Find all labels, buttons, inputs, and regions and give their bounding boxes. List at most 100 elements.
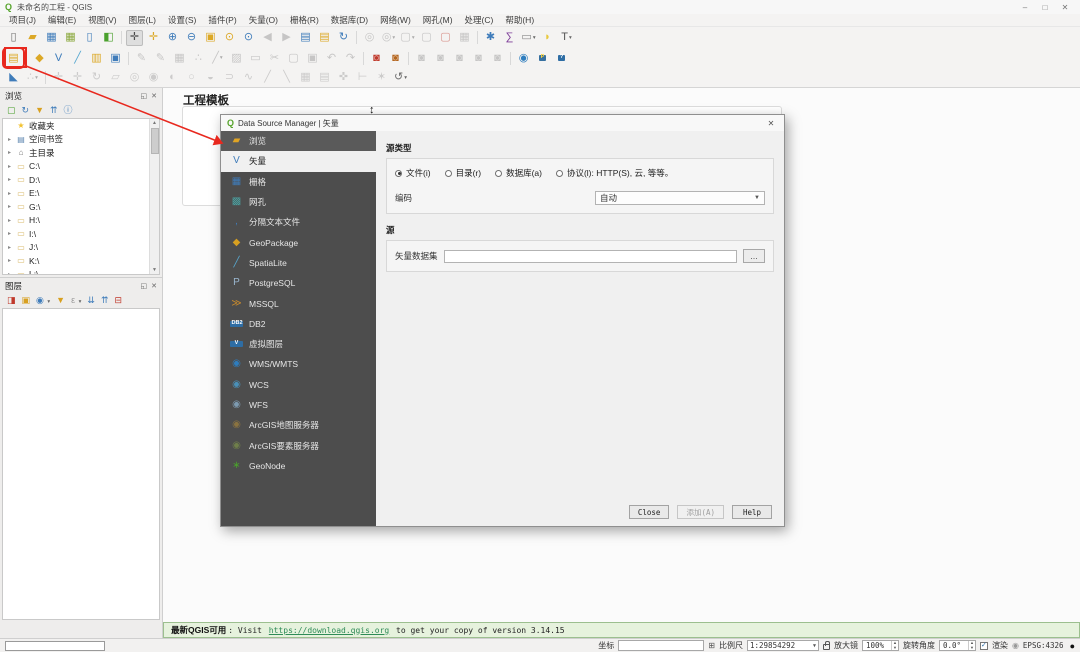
offset-curve-button[interactable]: ⊃: [221, 70, 238, 86]
highlight-pinned-labels-button[interactable]: ◙: [413, 50, 430, 66]
refresh-map-button[interactable]: ↻: [335, 30, 352, 46]
measure-button[interactable]: ▭ ▾: [520, 30, 537, 46]
split-features-button[interactable]: ╲: [278, 70, 295, 86]
dialog-close-button[interactable]: ✕: [764, 119, 778, 128]
render-checkbox[interactable]: ✓: [979, 641, 988, 650]
messages-log-icon[interactable]: ●: [1070, 641, 1075, 651]
browser-tree-item[interactable]: ▸ ▭ K:\: [3, 254, 148, 268]
processing-toolbox-button[interactable]: ✱: [482, 30, 499, 46]
menu-item[interactable]: 矢量(O): [243, 14, 284, 26]
scroll-up-icon[interactable]: ▲: [152, 119, 157, 127]
browser-tree-item[interactable]: ▸ ▭ J:\: [3, 241, 148, 255]
browser-tree-item[interactable]: ▸ ▭ I:\: [3, 227, 148, 241]
dialog-title-bar[interactable]: Q Data Source Manager | 矢量 ✕: [221, 115, 784, 131]
dialog-tab-geopackage[interactable]: ◆ GeoPackage: [221, 232, 376, 252]
crs-status[interactable]: EPSG:4326: [1023, 641, 1064, 650]
show-spatial-bookmarks-button[interactable]: ▤: [316, 30, 333, 46]
dialog-tab-delimited-text[interactable]: , 分隔文本文件: [221, 212, 376, 232]
new-geopackage-layer-button[interactable]: ◆: [31, 50, 48, 66]
expand-arrow-icon[interactable]: ▸: [6, 163, 13, 170]
reverse-line-button[interactable]: ↺ ▾: [392, 70, 409, 86]
expand-arrow-icon[interactable]: ▸: [6, 203, 13, 210]
close-button[interactable]: Close: [628, 505, 670, 519]
text-annotation-button[interactable]: T ▾: [558, 30, 575, 46]
statistical-summary-button[interactable]: ∑: [501, 30, 518, 46]
style-manager-button[interactable]: ◧: [100, 30, 117, 46]
add-group-button[interactable]: ▣: [22, 295, 31, 305]
zoom-to-layer-button[interactable]: ⊙: [240, 30, 257, 46]
browser-tree-item[interactable]: ▸ ▤ 空间书签: [3, 133, 148, 147]
panel-float-icon[interactable]: ◱: [141, 282, 148, 290]
reshape-features-button[interactable]: ∿: [240, 70, 257, 86]
new-spatialite-layer-button[interactable]: ╱: [69, 50, 86, 66]
locator-search-input[interactable]: [5, 640, 105, 651]
split-parts-button[interactable]: ╱: [259, 70, 276, 86]
save-project-button[interactable]: ▦: [43, 30, 60, 46]
rotation-spinner[interactable]: 0.0° ▲ ▼: [938, 640, 976, 651]
copy-features-button[interactable]: ▢: [285, 50, 302, 66]
dialog-tab-raster[interactable]: ▦ 栅格: [221, 172, 376, 192]
pan-to-selection-button[interactable]: ✛: [145, 30, 162, 46]
add-button[interactable]: 添加(A): [677, 505, 724, 519]
layer-labeling-options-button[interactable]: ◙: [368, 50, 385, 66]
new-temporary-scratch-layer-button[interactable]: ▥: [88, 50, 105, 66]
add-feature-button[interactable]: ∴: [190, 50, 207, 66]
new-spatial-bookmark-button[interactable]: ▤: [297, 30, 314, 46]
menu-item[interactable]: 帮助(H): [499, 14, 540, 26]
rotate-label-button[interactable]: ◙: [489, 50, 506, 66]
scale-select[interactable]: 1:29854292 ▼: [747, 640, 819, 651]
dialog-tab-mesh[interactable]: ▩ 网孔: [221, 192, 376, 212]
menu-item[interactable]: 数据库(D): [325, 14, 374, 26]
zoom-out-button[interactable]: ⊖: [183, 30, 200, 46]
python-console-button[interactable]: P: [534, 50, 551, 66]
paste-features-button[interactable]: ▣: [304, 50, 321, 66]
add-selected-layers-button[interactable]: ▢: [7, 105, 16, 115]
toggle-editing-button[interactable]: ✎: [152, 50, 169, 66]
filter-browser-button[interactable]: ▼: [35, 105, 44, 115]
cad-tools-button[interactable]: ◣: [5, 70, 22, 86]
trim-extend-button[interactable]: ⊢: [354, 70, 371, 86]
rotate-feature-button[interactable]: ↻: [88, 70, 105, 86]
vertex-tool-button[interactable]: ╱ ▾: [209, 50, 226, 66]
osm-place-search-button[interactable]: ◉: [515, 50, 532, 66]
modify-attributes-button[interactable]: ▨: [228, 50, 245, 66]
minimize-button[interactable]: –: [1015, 3, 1035, 12]
select-features-button[interactable]: ▢ ▾: [399, 30, 416, 46]
menu-item[interactable]: 设置(S): [162, 14, 202, 26]
fill-ring-button[interactable]: ◐: [164, 70, 181, 86]
new-project-button[interactable]: ▯: [5, 30, 22, 46]
expand-arrow-icon[interactable]: ▸: [6, 176, 13, 183]
expand-arrow-icon[interactable]: ▸: [6, 257, 13, 264]
show-properties-widget-button[interactable]: ⓘ: [64, 105, 73, 115]
add-part-button[interactable]: ◉: [145, 70, 162, 86]
browser-tree-item[interactable]: ▸ ▭ H:\: [3, 214, 148, 228]
extents-icon[interactable]: ⊞: [708, 641, 715, 650]
zoom-full-button[interactable]: ▣: [202, 30, 219, 46]
dialog-tab-spatialite[interactable]: ╱ SpatiaLite: [221, 253, 376, 273]
current-edits-button[interactable]: ✎: [133, 50, 150, 66]
move-label-button[interactable]: ◙: [470, 50, 487, 66]
deselect-all-layers-button[interactable]: ▢: [437, 30, 454, 46]
dialog-tab-db2[interactable]: DB2 DB2: [221, 314, 376, 334]
dialog-tab-arcgis-map-server[interactable]: ◉ ArcGIS地图服务器: [221, 415, 376, 435]
zoom-last-button[interactable]: ◀: [259, 30, 276, 46]
merge-selected-features-button[interactable]: ▦: [297, 70, 314, 86]
dialog-tab-browser[interactable]: ▰ 浏览: [221, 131, 376, 152]
copy-and-move-feature-button[interactable]: ✛: [69, 70, 86, 86]
identify-features-button[interactable]: ◎: [361, 30, 378, 46]
merge-attributes-button[interactable]: ▤: [316, 70, 333, 86]
crs-globe-icon[interactable]: ◉: [1012, 641, 1019, 650]
collapse-all-layers-button[interactable]: ⇈: [101, 295, 109, 305]
redo-button[interactable]: ↷: [342, 50, 359, 66]
expand-arrow-icon[interactable]: ▸: [6, 271, 13, 274]
dialog-tab-geonode[interactable]: ∗ GeoNode: [221, 456, 376, 476]
browse-button[interactable]: …: [743, 249, 765, 263]
open-attribute-table-button[interactable]: ▦: [456, 30, 473, 46]
dialog-tab-vector[interactable]: V 矢量: [221, 151, 376, 172]
lock-scale-icon[interactable]: [823, 641, 830, 650]
simplify-feature-button[interactable]: ▱: [107, 70, 124, 86]
close-button[interactable]: ✕: [1055, 3, 1075, 12]
menu-item[interactable]: 视图(V): [82, 14, 122, 26]
menu-item[interactable]: 插件(P): [202, 14, 242, 26]
menu-item[interactable]: 处理(C): [459, 14, 500, 26]
